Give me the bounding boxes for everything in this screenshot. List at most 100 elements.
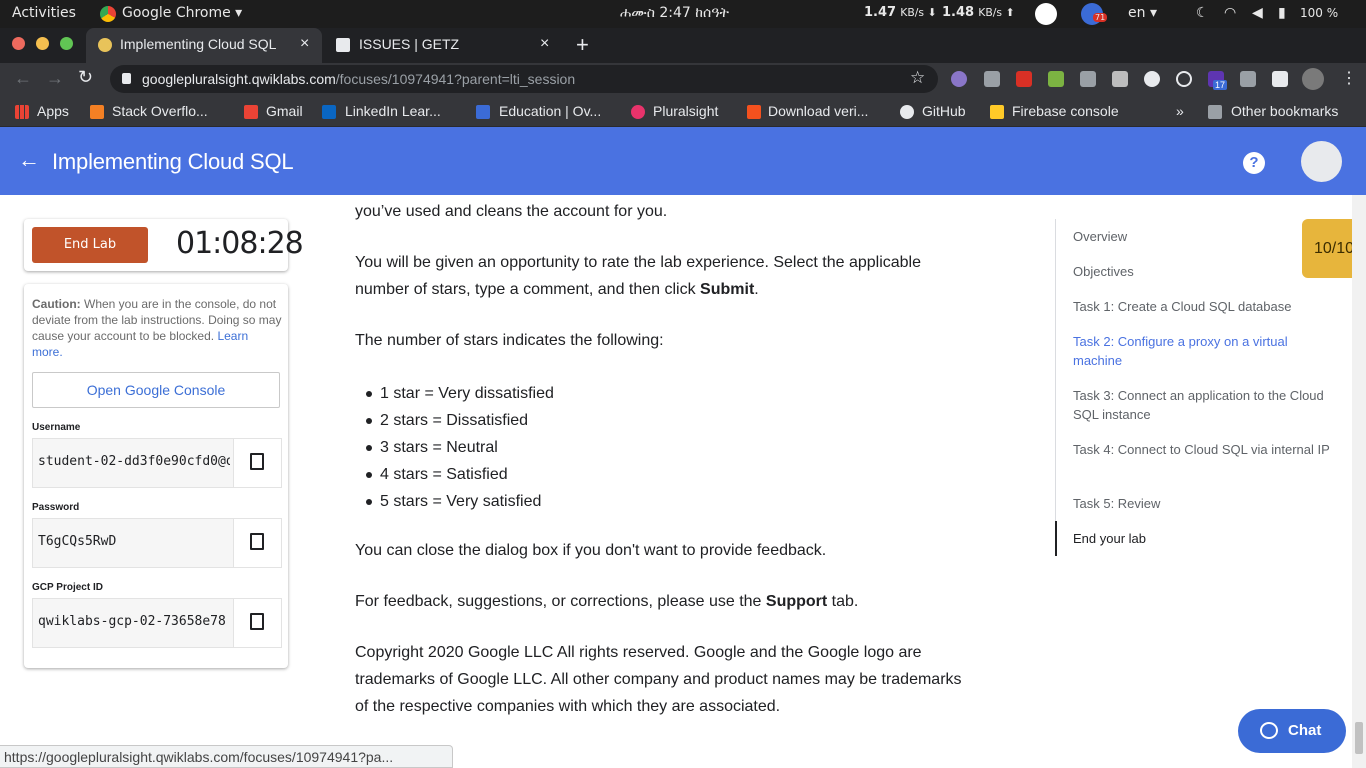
bookmarks-overflow-button[interactable]: »	[1176, 103, 1184, 119]
password-field[interactable]: T6gCQs5RwD	[32, 518, 282, 568]
tab-implementing-cloud-sql[interactable]: Implementing Cloud SQL ×	[86, 28, 322, 63]
pluralsight-icon	[631, 105, 645, 119]
maximize-window-icon[interactable]	[60, 37, 73, 50]
lab-header: ← Implementing Cloud SQL ?	[0, 127, 1366, 195]
volume-icon: ◀	[1252, 5, 1263, 21]
extension-badge: 17	[1213, 80, 1228, 90]
download-site-icon	[747, 105, 761, 119]
paragraph-close-dialog: You can close the dialog box if you don'…	[355, 542, 827, 559]
battery-icon: ▮	[1278, 5, 1286, 21]
url-text[interactable]: googlepluralsight.qwiklabs.com/focuses/1…	[142, 71, 575, 87]
toc-item-objectives[interactable]: Objectives	[1073, 262, 1333, 281]
address-bar[interactable]: googlepluralsight.qwiklabs.com/focuses/1…	[110, 65, 938, 93]
menu-icon[interactable]: ⋮	[1341, 68, 1357, 88]
lab-timer: 01:08:28	[176, 226, 304, 261]
caution-text: Caution: When you are in the console, do…	[32, 297, 282, 359]
tab-issues-getz[interactable]: ISSUES | GETZ ×	[326, 28, 562, 63]
scrollbar-thumb[interactable]	[1355, 722, 1363, 754]
toc-item-task-5[interactable]: Task 5: Review	[1073, 494, 1333, 513]
profile-avatar[interactable]	[1302, 68, 1324, 90]
project-id-value[interactable]: qwiklabs-gcp-02-73658e78	[38, 614, 230, 629]
end-lab-button[interactable]: End Lab	[32, 227, 148, 263]
timer-icon[interactable]	[1176, 71, 1192, 87]
page-scrollbar[interactable]	[1352, 195, 1366, 768]
extension-icon[interactable]	[1016, 71, 1032, 87]
bookmark-download[interactable]: Download veri...	[768, 103, 868, 119]
toc-item-task-1[interactable]: Task 1: Create a Cloud SQL database	[1073, 297, 1333, 316]
chat-bubble-icon	[1260, 722, 1278, 739]
reload-icon[interactable]: ↻	[78, 67, 93, 88]
stars-list: 1 star = Very dissatisfied 2 stars = Dis…	[355, 380, 655, 515]
chat-button[interactable]: Chat	[1238, 709, 1346, 753]
back-icon[interactable]: ←	[14, 68, 32, 89]
back-arrow-icon[interactable]: ←	[18, 147, 40, 173]
tab-close-icon[interactable]: ×	[540, 35, 549, 53]
toc-active-marker	[1055, 521, 1057, 556]
toc-item-task-4[interactable]: Task 4: Connect to Cloud SQL via interna…	[1073, 440, 1333, 459]
tray-badge: 71	[1093, 13, 1108, 22]
minimize-window-icon[interactable]	[36, 37, 49, 50]
bookmark-linkedin[interactable]: LinkedIn Lear...	[345, 103, 441, 119]
close-window-icon[interactable]	[12, 37, 25, 50]
gmail-icon	[244, 105, 258, 119]
bookmark-education[interactable]: Education | Ov...	[499, 103, 601, 119]
bookmark-stackoverflow[interactable]: Stack Overflo...	[112, 103, 208, 119]
link-status-bubble: https://googlepluralsight.qwiklabs.com/f…	[0, 745, 453, 768]
list-item: 4 stars = Satisfied	[355, 461, 655, 488]
clock[interactable]: ሐሙስ 2:47 ከሰዓት	[620, 5, 729, 21]
wifi-icon: ◠	[1224, 5, 1237, 21]
paragraph-feedback: For feedback, suggestions, or correction…	[355, 593, 859, 610]
bookmark-firebase[interactable]: Firebase console	[1012, 103, 1119, 119]
other-bookmarks[interactable]: Other bookmarks	[1231, 103, 1338, 119]
education-icon	[476, 105, 490, 119]
net-up-speed: 1.48 KB/s ⬆	[942, 5, 1015, 20]
extension-icon[interactable]	[1240, 71, 1256, 87]
color-picker-icon[interactable]	[1144, 71, 1160, 87]
language-indicator[interactable]: en ▾	[1128, 5, 1157, 21]
photos-icon[interactable]	[1035, 3, 1057, 25]
paragraph-rate: You will be given an opportunity to rate…	[355, 254, 922, 298]
username-value[interactable]: student-02-dd3f0e90cfd0@qwiklabs.net	[38, 454, 230, 469]
password-value[interactable]: T6gCQs5RwD	[38, 534, 230, 549]
bookmarks-bar: Apps Stack Overflo... Gmail LinkedIn Lea…	[0, 96, 1366, 127]
copy-username-button[interactable]	[233, 439, 281, 487]
bookmark-gmail[interactable]: Gmail	[266, 103, 303, 119]
new-tab-button[interactable]: +	[576, 32, 589, 58]
copy-icon	[250, 453, 264, 470]
user-avatar[interactable]	[1301, 141, 1342, 182]
bookmark-github[interactable]: GitHub	[922, 103, 966, 119]
list-item: 3 stars = Neutral	[355, 434, 655, 461]
download-icon[interactable]	[1048, 71, 1064, 87]
shield-icon[interactable]	[984, 71, 1000, 87]
bookmark-pluralsight[interactable]: Pluralsight	[653, 103, 718, 119]
toc-item-end-lab[interactable]: End your lab	[1073, 529, 1333, 548]
list-item: 2 stars = Dissatisfied	[355, 407, 655, 434]
bookmark-star-icon[interactable]: ☆	[910, 68, 925, 88]
tab-close-icon[interactable]: ×	[300, 35, 309, 53]
app-menu[interactable]: Google Chrome ▾	[122, 5, 242, 21]
list-item: 1 star = Very dissatisfied	[355, 380, 655, 407]
list-item: 5 stars = Very satisfied	[355, 488, 655, 515]
chat-label: Chat	[1288, 722, 1322, 739]
project-id-field[interactable]: qwiklabs-gcp-02-73658e78	[32, 598, 282, 648]
battery-level: 100 %	[1300, 6, 1339, 20]
bookmark-apps[interactable]: Apps	[37, 103, 69, 119]
qwiklabs-favicon-icon	[98, 38, 112, 52]
toc-item-task-3[interactable]: Task 3: Connect an application to the Cl…	[1073, 386, 1333, 424]
open-google-console-button[interactable]: Open Google Console	[32, 372, 280, 408]
username-label: Username	[32, 422, 81, 433]
username-field[interactable]: student-02-dd3f0e90cfd0@qwiklabs.net	[32, 438, 282, 488]
extension-icon[interactable]	[1080, 71, 1096, 87]
copy-password-button[interactable]	[233, 519, 281, 567]
toc-item-task-2[interactable]: Task 2: Configure a proxy on a virtual m…	[1073, 332, 1333, 370]
help-icon[interactable]: ?	[1243, 152, 1265, 174]
puzzle-icon[interactable]	[1272, 71, 1288, 87]
activities-button[interactable]: Activities	[12, 5, 76, 21]
extension-icon[interactable]	[1112, 71, 1128, 87]
toc-item-overview[interactable]: Overview	[1073, 227, 1333, 246]
extension-icon[interactable]	[951, 71, 967, 87]
copy-project-id-button[interactable]	[233, 599, 281, 647]
forward-icon[interactable]: →	[46, 68, 64, 89]
tab-strip: Implementing Cloud SQL × ISSUES | GETZ ×…	[0, 28, 1366, 63]
folder-icon	[1208, 105, 1222, 119]
